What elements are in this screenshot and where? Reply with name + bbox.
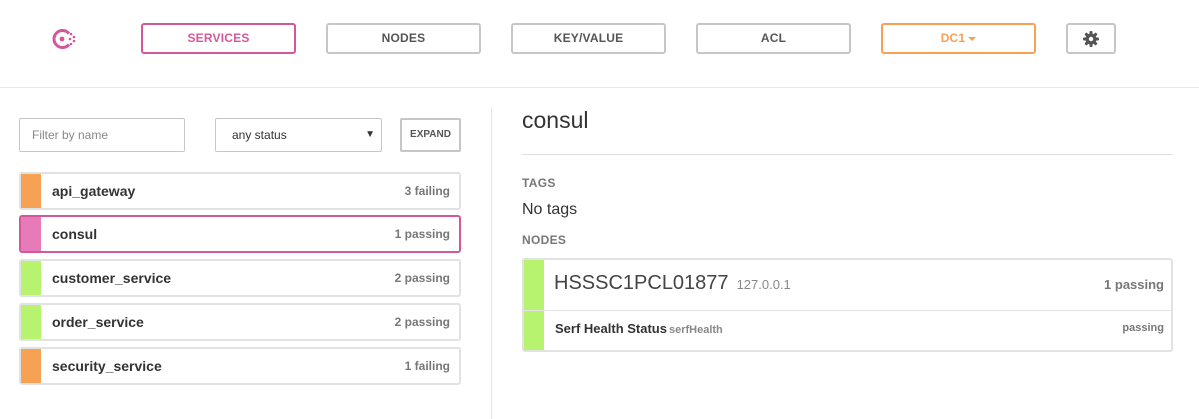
consul-logo-icon[interactable] [50,27,78,51]
service-status: 3 failing [404,184,450,198]
service-status: 1 failing [404,359,450,373]
service-name: security_service [52,358,162,374]
service-name: order_service [52,314,144,330]
gear-icon [1083,31,1099,47]
health-indicator [21,174,41,208]
node-header-row[interactable]: HSSSC1PCL01877 127.0.0.1 1 passing [524,260,1171,311]
column-divider [491,107,492,419]
node-name[interactable]: HSSSC1PCL01877 [554,272,729,294]
service-detail-title: consul [522,107,589,133]
service-status: 2 passing [394,315,450,329]
service-status: 2 passing [394,271,450,285]
check-title: Serf Health Status serfHealth [555,321,723,336]
status-filter-select[interactable]: any status ▼ [215,118,382,152]
nodes-heading: NODES [522,233,567,247]
node-card[interactable]: HSSSC1PCL01877 127.0.0.1 1 passing Serf H… [522,258,1173,352]
service-item-api-gateway[interactable]: api_gateway 3 failing [19,172,461,210]
node-title: HSSSC1PCL01877 127.0.0.1 [554,272,791,295]
tags-value: No tags [522,201,578,218]
check-status: passing [1122,322,1164,334]
health-indicator [21,305,41,339]
title-divider [522,154,1173,155]
service-status: 1 passing [394,227,450,241]
service-item-order-service[interactable]: order_service 2 passing [19,303,461,341]
check-name: Serf Health Status [555,321,667,336]
expand-button[interactable]: EXPAND [400,118,461,152]
health-indicator [524,311,544,350]
settings-button[interactable] [1066,23,1116,54]
nav-acl-button[interactable]: ACL [696,23,851,54]
caret-down-icon [968,36,977,41]
check-id: serfHealth [668,324,723,336]
node-ip: 127.0.0.1 [736,277,791,292]
select-arrow-icon: ▼ [365,129,375,140]
nav-services-button[interactable]: SERVICES [141,23,296,54]
datacenter-dropdown[interactable]: DC1 [881,23,1036,54]
service-item-security-service[interactable]: security_service 1 failing [19,347,461,385]
health-indicator [21,217,41,251]
service-name: consul [52,226,98,242]
service-name: customer_service [52,270,172,286]
nav-key-value-button[interactable]: KEY/VALUE [511,23,666,54]
datacenter-label: DC1 [940,31,966,45]
health-indicator [524,260,544,310]
service-item-customer-service[interactable]: customer_service 2 passing [19,259,461,297]
service-name: api_gateway [52,183,136,199]
health-check-row[interactable]: Serf Health Status serfHealth passing [524,311,1171,350]
health-indicator [21,349,41,383]
service-item-consul[interactable]: consul 1 passing [19,215,461,253]
status-filter-value: any status [232,128,287,142]
tags-heading: TAGS [522,176,556,190]
nav-nodes-button[interactable]: NODES [326,23,481,54]
health-indicator [21,261,41,295]
filter-by-name-input[interactable] [19,118,185,152]
top-navigation: SERVICES NODES KEY/VALUE ACL DC1 [0,0,1199,88]
node-status: 1 passing [1104,277,1164,292]
